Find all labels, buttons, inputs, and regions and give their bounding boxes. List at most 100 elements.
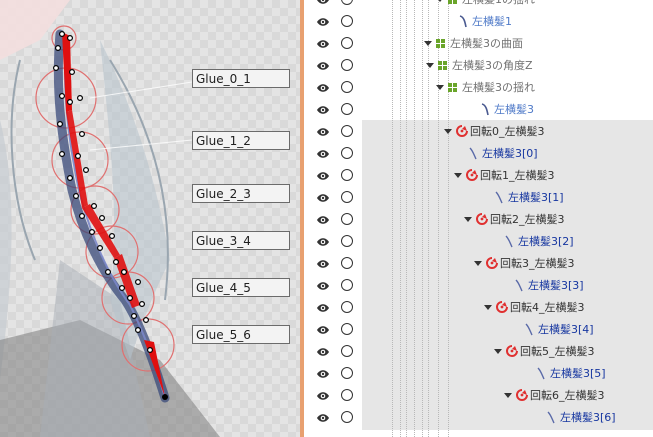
control-point[interactable]	[58, 31, 65, 38]
lock-radio[interactable]	[341, 235, 353, 247]
control-point[interactable]	[58, 151, 65, 158]
tree-row[interactable]: 回転0_左横髪3	[310, 121, 653, 143]
chevron-down-icon[interactable]	[424, 59, 436, 71]
eye-icon[interactable]	[316, 192, 330, 204]
control-point[interactable]	[143, 317, 150, 324]
chevron-down-icon[interactable]	[422, 37, 434, 49]
chevron-down-icon[interactable]	[502, 389, 514, 401]
lock-radio[interactable]	[341, 15, 353, 27]
glue-label-4-5[interactable]: Glue_4_5	[192, 278, 290, 297]
eye-icon[interactable]	[316, 126, 330, 138]
control-point[interactable]	[88, 229, 95, 236]
lock-radio[interactable]	[341, 411, 353, 423]
lock-radio[interactable]	[341, 191, 353, 203]
eye-icon[interactable]	[316, 412, 330, 424]
control-point[interactable]	[90, 203, 97, 210]
eye-icon[interactable]	[316, 302, 330, 314]
chevron-down-icon[interactable]	[452, 169, 464, 181]
tree-row[interactable]: 左横髪3[4]	[310, 319, 653, 341]
lock-radio[interactable]	[341, 279, 353, 291]
lock-radio[interactable]	[341, 59, 353, 71]
lock-radio[interactable]	[341, 103, 353, 115]
control-point[interactable]	[98, 215, 105, 222]
tree-row[interactable]: 回転5_左横髪3	[310, 341, 653, 363]
control-point[interactable]	[108, 233, 115, 240]
chevron-down-icon[interactable]	[472, 257, 484, 269]
eye-icon[interactable]	[316, 60, 330, 72]
tree-row[interactable]: 左横髪3[0]	[310, 143, 653, 165]
tree-row[interactable]: 左横髪3[3]	[310, 275, 653, 297]
eye-icon[interactable]	[316, 390, 330, 402]
tree-row[interactable]: 左横髪1の揺れ	[310, 0, 653, 11]
control-point[interactable]	[54, 44, 61, 51]
editor-canvas[interactable]: Glue_0_1 Glue_1_2 Glue_2_3 Glue_3_4 Glue…	[0, 0, 300, 437]
eye-icon[interactable]	[316, 0, 330, 6]
control-point[interactable]	[82, 167, 89, 174]
eye-icon[interactable]	[316, 214, 330, 226]
eye-icon[interactable]	[316, 280, 330, 292]
control-point[interactable]	[72, 193, 79, 200]
chevron-down-icon[interactable]	[434, 81, 446, 93]
eye-icon[interactable]	[316, 368, 330, 380]
control-point[interactable]	[78, 131, 85, 138]
control-point[interactable]	[126, 295, 133, 302]
control-point[interactable]	[66, 98, 73, 105]
chevron-down-icon[interactable]	[434, 0, 446, 5]
lock-radio[interactable]	[341, 0, 353, 5]
tree-row[interactable]: 左横髪3[2]	[310, 231, 653, 253]
tree-row[interactable]: 左横髪3[1]	[310, 187, 653, 209]
eye-icon[interactable]	[316, 258, 330, 270]
eye-icon[interactable]	[316, 170, 330, 182]
tree-row[interactable]: 左横髪3の角度Z	[310, 55, 653, 77]
lock-radio[interactable]	[341, 367, 353, 379]
glue-label-0-1[interactable]: Glue_0_1	[192, 69, 290, 88]
tree-row[interactable]: 回転2_左横髪3	[310, 209, 653, 231]
control-point[interactable]	[66, 34, 73, 41]
control-point[interactable]	[52, 64, 59, 71]
control-point[interactable]	[66, 175, 73, 182]
lock-radio[interactable]	[341, 213, 353, 225]
lock-radio[interactable]	[341, 389, 353, 401]
lock-radio[interactable]	[341, 169, 353, 181]
control-point[interactable]	[112, 259, 119, 266]
tree-row[interactable]: 回転3_左横髪3	[310, 253, 653, 275]
glue-label-5-6[interactable]: Glue_5_6	[192, 325, 290, 344]
tree-row[interactable]: 左横髪3[6]	[310, 407, 653, 429]
lock-radio[interactable]	[341, 37, 353, 49]
lock-radio[interactable]	[341, 257, 353, 269]
control-point[interactable]	[104, 269, 111, 276]
tree-row[interactable]: 左横髪1	[310, 11, 653, 33]
control-point[interactable]	[68, 68, 75, 75]
control-point[interactable]	[58, 92, 65, 99]
glue-label-3-4[interactable]: Glue_3_4	[192, 231, 290, 250]
chevron-down-icon[interactable]	[442, 125, 454, 137]
eye-icon[interactable]	[316, 38, 330, 50]
deformer-tree-panel[interactable]: 左横髪1の揺れ左横髪1 左横髪3の曲面左横髪3の角度Z 左横髪3の揺れ左横髪3 回転0…	[310, 0, 653, 437]
control-point[interactable]	[135, 327, 142, 334]
eye-icon[interactable]	[316, 82, 330, 94]
tree-row[interactable]: 回転4_左横髪3	[310, 297, 653, 319]
control-point[interactable]	[135, 279, 142, 286]
control-point[interactable]	[139, 301, 146, 308]
chevron-down-icon[interactable]	[482, 301, 494, 313]
control-point[interactable]	[96, 245, 103, 252]
eye-icon[interactable]	[316, 104, 330, 116]
control-point[interactable]	[78, 213, 85, 220]
control-point[interactable]	[76, 94, 83, 101]
glue-label-2-3[interactable]: Glue_2_3	[192, 184, 290, 203]
lock-radio[interactable]	[341, 81, 353, 93]
lock-radio[interactable]	[341, 147, 353, 159]
glue-label-1-2[interactable]: Glue_1_2	[192, 131, 290, 150]
chevron-down-icon[interactable]	[462, 213, 474, 225]
lock-radio[interactable]	[341, 301, 353, 313]
control-point[interactable]	[120, 269, 127, 276]
control-point[interactable]	[56, 120, 63, 127]
tree-row[interactable]: 左横髪3の曲面	[310, 33, 653, 55]
control-point[interactable]	[74, 153, 81, 160]
tree-row[interactable]: 左横髪3	[310, 99, 653, 121]
lock-radio[interactable]	[341, 323, 353, 335]
eye-icon[interactable]	[316, 346, 330, 358]
control-point[interactable]	[131, 313, 138, 320]
control-point[interactable]	[118, 285, 125, 292]
eye-icon[interactable]	[316, 324, 330, 336]
